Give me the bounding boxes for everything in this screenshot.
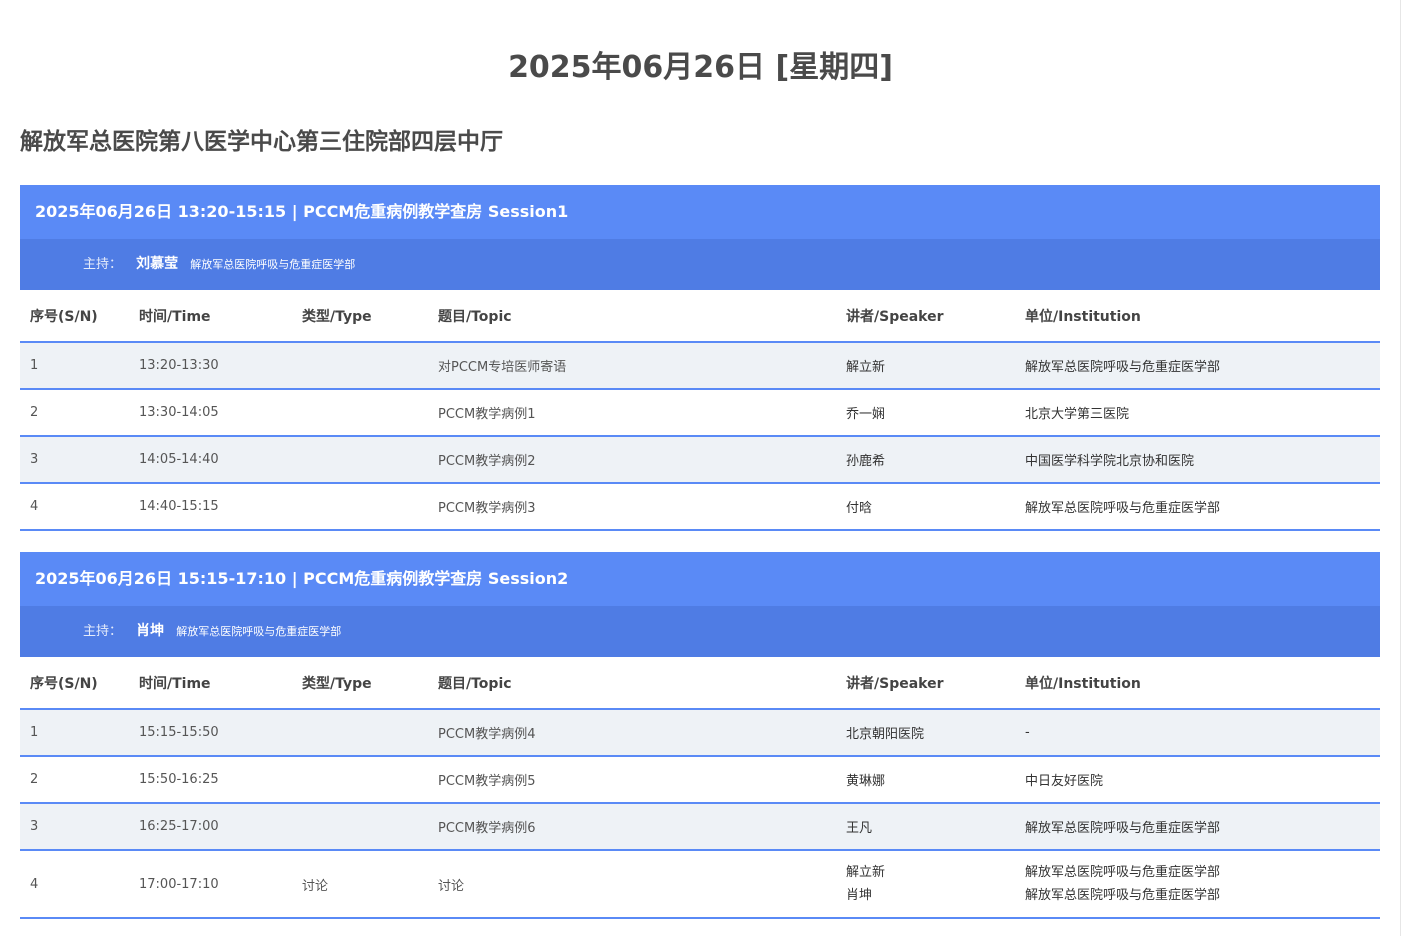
session-block-1: 2025年06月26日 13:20-15:15 | PCCM危重病例教学查房 S… (20, 185, 1380, 531)
cell-type (292, 342, 428, 390)
cell-topic: PCCM教学病例3 (428, 483, 836, 531)
cell-sn: 3 (20, 803, 129, 851)
column-header-institution: 单位/Institution (1015, 657, 1380, 710)
cell-sn: 3 (20, 436, 129, 484)
cell-speaker: 黄琳娜 (836, 756, 1015, 804)
cell-time: 14:40-15:15 (129, 483, 292, 531)
institution-name: 解放军总医院呼吸与危重症医学部 (1025, 865, 1221, 880)
table-row: 2 15:50-16:25 PCCM教学病例5 黄琳娜 中日友好医院 (20, 756, 1380, 804)
cell-topic: 讨论 (428, 850, 836, 919)
session-block-2: 2025年06月26日 15:15-17:10 | PCCM危重病例教学查房 S… (20, 552, 1380, 919)
cell-type: 讨论 (292, 850, 428, 919)
table-row: 4 14:40-15:15 PCCM教学病例3 付晗 解放军总医院呼吸与危重症医… (20, 483, 1380, 531)
venue-heading: 解放军总医院第八医学中心第三住院部四层中厅 (20, 129, 503, 155)
chair-label: 主持： (83, 257, 123, 272)
cell-speaker: 解立新 肖坤 (836, 850, 1015, 919)
cell-institution: - (1015, 709, 1380, 757)
speaker-name: 解立新 (846, 865, 886, 880)
column-header-speaker: 讲者/Speaker (836, 657, 1015, 710)
cell-type (292, 756, 428, 804)
chair-institution: 解放军总医院呼吸与危重症医学部 (190, 258, 356, 271)
column-header-institution: 单位/Institution (1015, 290, 1380, 343)
column-header-time: 时间/Time (129, 290, 292, 343)
cell-institution: 中日友好医院 (1015, 756, 1380, 804)
column-header-speaker: 讲者/Speaker (836, 290, 1015, 343)
cell-speaker: 北京朝阳医院 (836, 709, 1015, 757)
cell-type (292, 803, 428, 851)
column-header-time: 时间/Time (129, 657, 292, 710)
table-row: 4 17:00-17:10 讨论 讨论 解立新 肖坤 解放军总医院呼吸与危重症医… (20, 850, 1380, 919)
column-header-type: 类型/Type (292, 657, 428, 710)
cell-type (292, 436, 428, 484)
cell-institution: 解放军总医院呼吸与危重症医学部 (1015, 803, 1380, 851)
table-row: 3 14:05-14:40 PCCM教学病例2 孙鹿希 中国医学科学院北京协和医… (20, 436, 1380, 484)
cell-sn: 2 (20, 389, 129, 437)
table-header-row: 序号(S/N) 时间/Time 类型/Type 题目/Topic 讲者/Spea… (20, 657, 1380, 710)
cell-type (292, 709, 428, 757)
cell-type (292, 389, 428, 437)
cell-topic: PCCM教学病例1 (428, 389, 836, 437)
chair-name: 肖坤 (136, 623, 165, 639)
cell-time: 13:20-13:30 (129, 342, 292, 390)
session-title: 2025年06月26日 15:15-17:10 | PCCM危重病例教学查房 S… (20, 552, 1380, 606)
cell-institution: 北京大学第三医院 (1015, 389, 1380, 437)
session-title: 2025年06月26日 13:20-15:15 | PCCM危重病例教学查房 S… (20, 185, 1380, 239)
cell-sn: 4 (20, 850, 129, 919)
cell-time: 13:30-14:05 (129, 389, 292, 437)
cell-time: 15:50-16:25 (129, 756, 292, 804)
cell-institution: 中国医学科学院北京协和医院 (1015, 436, 1380, 484)
page-title: 2025年06月26日 [星期四] (508, 50, 893, 85)
cell-type (292, 483, 428, 531)
chair-institution: 解放军总医院呼吸与危重症医学部 (176, 625, 342, 638)
cell-time: 15:15-15:50 (129, 709, 292, 757)
cell-institution: 解放军总医院呼吸与危重症医学部 (1015, 342, 1380, 390)
cell-topic: 对PCCM专培医师寄语 (428, 342, 836, 390)
column-header-topic: 题目/Topic (428, 657, 836, 710)
cell-topic: PCCM教学病例5 (428, 756, 836, 804)
cell-sn: 4 (20, 483, 129, 531)
cell-speaker: 解立新 (836, 342, 1015, 390)
column-header-sn: 序号(S/N) (20, 290, 129, 343)
cell-speaker: 付晗 (836, 483, 1015, 531)
table-row: 1 13:20-13:30 对PCCM专培医师寄语 解立新 解放军总医院呼吸与危… (20, 342, 1380, 390)
table-row: 3 16:25-17:00 PCCM教学病例6 王凡 解放军总医院呼吸与危重症医… (20, 803, 1380, 851)
institution-name: 解放军总医院呼吸与危重症医学部 (1025, 888, 1221, 903)
schedule-table: 序号(S/N) 时间/Time 类型/Type 题目/Topic 讲者/Spea… (20, 290, 1380, 531)
column-header-sn: 序号(S/N) (20, 657, 129, 710)
cell-speaker: 乔一娴 (836, 389, 1015, 437)
cell-sn: 2 (20, 756, 129, 804)
cell-institution: 解放军总医院呼吸与危重症医学部 解放军总医院呼吸与危重症医学部 (1015, 850, 1380, 919)
cell-topic: PCCM教学病例6 (428, 803, 836, 851)
table-row: 1 15:15-15:50 PCCM教学病例4 北京朝阳医院 - (20, 709, 1380, 757)
cell-sn: 1 (20, 342, 129, 390)
column-header-type: 类型/Type (292, 290, 428, 343)
cell-sn: 1 (20, 709, 129, 757)
session-chair-bar: 主持： 肖坤 解放军总医院呼吸与危重症医学部 (20, 606, 1380, 657)
cell-institution: 解放军总医院呼吸与危重症医学部 (1015, 483, 1380, 531)
chair-label: 主持： (83, 624, 123, 639)
cell-speaker: 孙鹿希 (836, 436, 1015, 484)
schedule-table: 序号(S/N) 时间/Time 类型/Type 题目/Topic 讲者/Spea… (20, 657, 1380, 919)
chair-name: 刘慕莹 (136, 256, 179, 272)
cell-time: 16:25-17:00 (129, 803, 292, 851)
session-chair-bar: 主持： 刘慕莹 解放军总医院呼吸与危重症医学部 (20, 239, 1380, 290)
column-header-topic: 题目/Topic (428, 290, 836, 343)
cell-speaker: 王凡 (836, 803, 1015, 851)
table-header-row: 序号(S/N) 时间/Time 类型/Type 题目/Topic 讲者/Spea… (20, 290, 1380, 343)
cell-topic: PCCM教学病例4 (428, 709, 836, 757)
speaker-name: 肖坤 (846, 888, 873, 903)
table-row: 2 13:30-14:05 PCCM教学病例1 乔一娴 北京大学第三医院 (20, 389, 1380, 437)
cell-topic: PCCM教学病例2 (428, 436, 836, 484)
cell-time: 17:00-17:10 (129, 850, 292, 919)
cell-time: 14:05-14:40 (129, 436, 292, 484)
